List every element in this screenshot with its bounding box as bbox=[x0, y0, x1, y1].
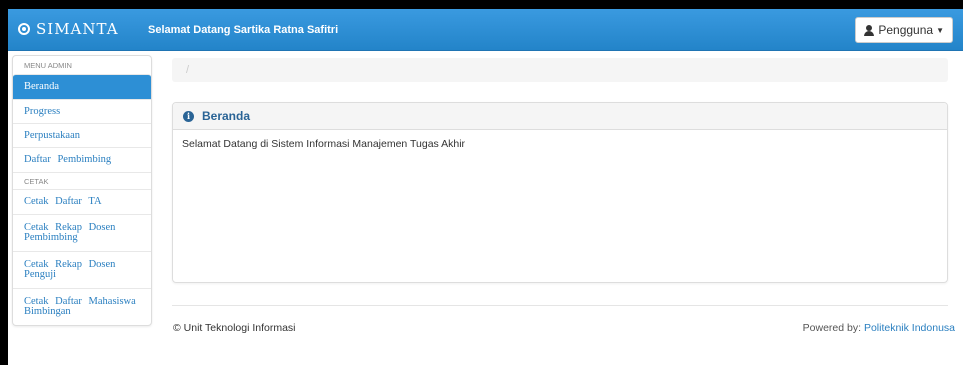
footer-powered-by: Powered by: Politeknik Indonusa bbox=[803, 322, 955, 334]
footer-powered-label: Powered by: bbox=[802, 322, 862, 334]
user-menu-button[interactable]: Pengguna ▼ bbox=[855, 17, 953, 43]
sidebar-header: MENU ADMIN bbox=[24, 61, 72, 70]
footer-copyright: © Unit Teknologi Informasi bbox=[173, 322, 296, 334]
brand-logo[interactable]: SIMANTA bbox=[18, 20, 119, 38]
user-menu-label: Pengguna bbox=[878, 23, 934, 37]
panel-title: Beranda bbox=[202, 109, 251, 123]
sidebar-item-cetak-rekap-penguji[interactable]: Cetak Rekap Dosen Penguji bbox=[13, 251, 151, 288]
caret-down-icon: ▼ bbox=[936, 25, 944, 35]
breadcrumb: / bbox=[172, 58, 948, 82]
sidebar-subheader-cetak: CETAK bbox=[13, 172, 151, 189]
brand-name: SIMANTA bbox=[36, 20, 119, 38]
sidebar-item-cetak-rekap-pembimbing[interactable]: Cetak Rekap Dosen Pembimbing bbox=[13, 214, 151, 251]
info-icon: i bbox=[183, 110, 194, 122]
sidebar-item-cetak-daftar-ta[interactable]: Cetak Daftar TA bbox=[13, 189, 151, 214]
copyright-circle-icon bbox=[18, 23, 30, 35]
footer-divider bbox=[172, 305, 948, 306]
home-panel: i Beranda Selamat Datang di Sistem Infor… bbox=[172, 102, 948, 283]
user-icon bbox=[864, 24, 875, 36]
panel-body: Selamat Datang di Sistem Informasi Manaj… bbox=[182, 138, 466, 150]
sidebar-item-cetak-daftar-mahasiswa[interactable]: Cetak Daftar Mahasiswa Bimbingan bbox=[13, 288, 151, 325]
sidebar-menu: MENU ADMIN Beranda Progress Perpustakaan… bbox=[12, 55, 152, 326]
sidebar-item-beranda[interactable]: Beranda bbox=[13, 74, 151, 99]
footer-powered-link[interactable]: Politeknik Indonusa bbox=[864, 322, 955, 334]
welcome-message: Selamat Datang Sartika Ratna Safitri bbox=[148, 24, 339, 36]
sidebar-item-daftar-pembimbing[interactable]: Daftar Pembimbing bbox=[13, 147, 151, 172]
sidebar-item-perpustakaan[interactable]: Perpustakaan bbox=[13, 123, 151, 147]
panel-heading: i Beranda bbox=[173, 103, 947, 130]
sidebar-item-progress[interactable]: Progress bbox=[13, 99, 151, 123]
top-navbar: SIMANTA Selamat Datang Sartika Ratna Saf… bbox=[8, 9, 963, 51]
breadcrumb-separator: / bbox=[186, 64, 190, 76]
